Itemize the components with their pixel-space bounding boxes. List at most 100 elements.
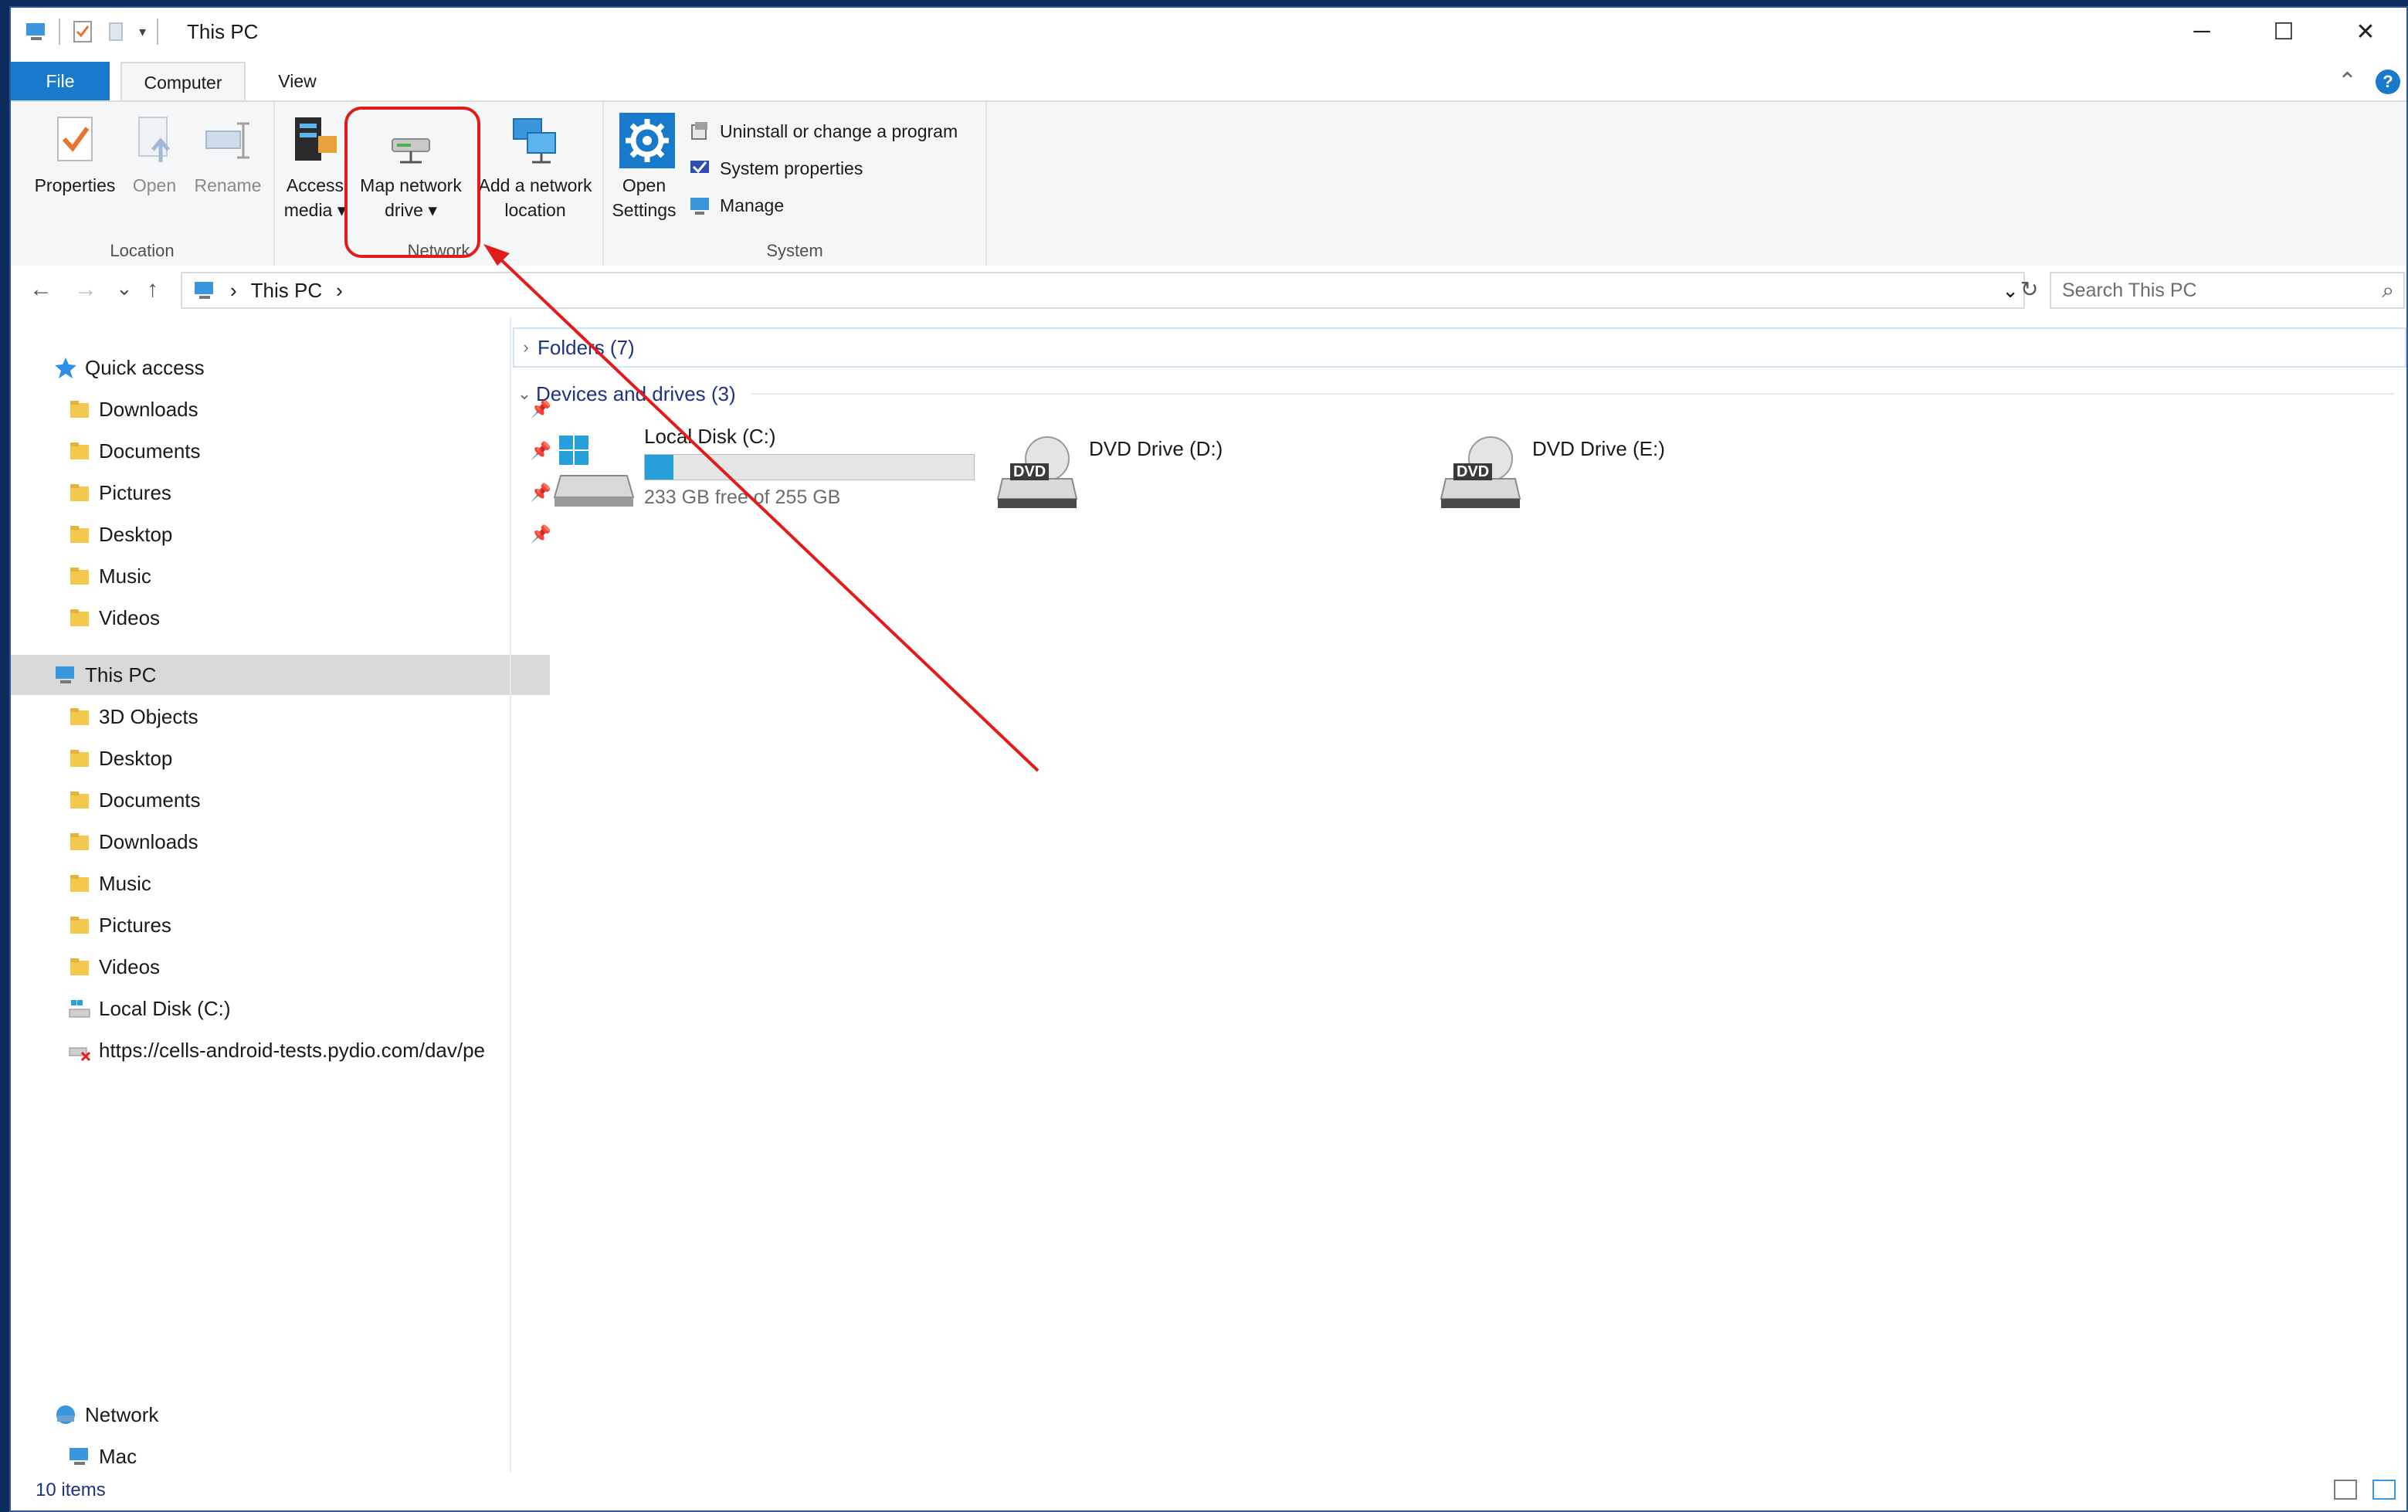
folder-icon (68, 747, 91, 770)
close-button[interactable]: ✕ (2325, 8, 2406, 56)
nav-network[interactable]: Network (11, 1395, 551, 1435)
breadcrumb-separator[interactable]: › (336, 279, 343, 303)
nav-pc-item[interactable]: Documents (11, 780, 565, 820)
help-button[interactable]: ? (2376, 69, 2400, 94)
nav-quick-access-label: Quick access (85, 355, 205, 379)
drive-local-disk-c[interactable]: Local Disk (C:) 233 GB free of 255 GB (544, 425, 992, 510)
customize-qat-button[interactable]: ▾ (139, 24, 146, 40)
ribbon-tabs: File Computer View ⌃ ? (11, 59, 2406, 102)
system-properties-button[interactable]: System properties (689, 158, 863, 179)
tab-view[interactable]: View (255, 62, 340, 100)
rename-button[interactable]: Rename (185, 113, 270, 198)
nav-this-pc[interactable]: This PC (11, 655, 550, 695)
divider (157, 19, 159, 45)
collapse-ribbon-button[interactable]: ⌃ (2338, 68, 2357, 95)
item-count: 10 items (36, 1480, 106, 1500)
folder-icon (68, 398, 91, 421)
nav-qa-item[interactable]: Documents 📌 (11, 431, 565, 471)
large-icons-view-button[interactable] (2372, 1480, 2396, 1500)
group-header-folders[interactable]: › Folders (7) (513, 327, 2406, 368)
search-placeholder: Search This PC (2062, 280, 2197, 301)
add-network-location-button[interactable]: Add a network location (473, 113, 598, 222)
group-divider (751, 393, 2394, 395)
dvd-badge: DVD (1013, 463, 1046, 480)
drive-dvd-d[interactable]: DVD DVD Drive (D:) (989, 425, 1375, 510)
folder-icon (68, 914, 91, 937)
properties-icon (50, 113, 100, 168)
nav-pc-item[interactable]: Downloads (11, 822, 565, 862)
recent-locations-button[interactable]: ⌄ (116, 276, 133, 300)
chevron-down-icon: ⌄ (517, 384, 532, 403)
nav-qa-item[interactable]: Desktop 📌 (11, 514, 565, 554)
nav-pc-item[interactable]: Desktop (11, 738, 565, 778)
nav-item-label: https://cells-android-tests.pydio.com/da… (99, 1038, 486, 1062)
annotation-highlight-box (344, 107, 480, 258)
drive-usage-bar (644, 454, 975, 480)
access-media-label-line2: media ▾ (283, 200, 347, 220)
folder-icon (68, 830, 91, 853)
nav-mac[interactable]: Mac (11, 1436, 565, 1476)
add-network-location-label-line1: Add a network (478, 175, 592, 195)
ribbon-right-controls: ⌃ ? (2338, 68, 2400, 95)
media-server-icon (290, 113, 340, 168)
up-button[interactable]: ↑ (147, 276, 158, 303)
uninstall-icon (689, 120, 711, 142)
address-dropdown-button[interactable]: ⌄ (2002, 279, 2019, 303)
search-icon: ⌕ (2382, 278, 2394, 302)
drive-name: Local Disk (C:) (644, 425, 776, 448)
nav-pc-item[interactable]: 3D Objects (11, 697, 565, 737)
window-controls: ─ ☐ ✕ (2161, 8, 2406, 56)
nav-pc-item[interactable]: Videos (11, 947, 565, 987)
nav-qa-item[interactable]: Music (11, 556, 565, 596)
this-pc-icon[interactable] (25, 20, 48, 43)
address-bar[interactable]: › This PC › ⌄ (181, 272, 2025, 309)
back-button[interactable]: ← (29, 276, 53, 303)
drive-dvd-e[interactable]: DVD DVD Drive (E:) (1432, 425, 1818, 510)
rename-icon (203, 113, 253, 168)
access-media-button[interactable]: Access media ▾ (280, 113, 351, 222)
refresh-button[interactable]: ↻ (2020, 276, 2038, 302)
network-icon (54, 1403, 77, 1426)
folder-icon (68, 872, 91, 895)
disconnected-drive-icon (68, 1039, 91, 1062)
address-row: ← → ⌄ ↑ › This PC › ⌄ ↻ Search This PC ⌕ (11, 266, 2406, 317)
breadcrumb-separator[interactable]: › (230, 279, 237, 303)
system-properties-icon (689, 158, 711, 179)
navigation-pane: Quick access Downloads 📌 Documents 📌 Picture… (11, 317, 551, 1475)
nav-pc-item[interactable]: Pictures (11, 905, 565, 945)
group-header-devices[interactable]: ⌄ Devices and drives (3) (513, 375, 2406, 412)
nav-item-label: Desktop (99, 746, 173, 770)
nav-pc-item[interactable]: Music (11, 863, 565, 903)
minimize-button[interactable]: ─ (2161, 8, 2243, 56)
breadcrumb-this-pc[interactable]: This PC (251, 279, 322, 303)
properties-check-icon[interactable] (71, 20, 94, 43)
folder-icon (68, 606, 91, 629)
nav-item-label: Music (99, 564, 151, 588)
tab-computer[interactable]: Computer (120, 62, 246, 100)
properties-button[interactable]: Properties (23, 113, 127, 198)
pane-divider[interactable] (510, 317, 511, 1475)
star-icon (54, 356, 77, 379)
nav-pc-item[interactable]: Local Disk (C:) (11, 988, 565, 1029)
this-pc-icon (54, 663, 77, 687)
manage-button[interactable]: Manage (689, 195, 784, 216)
maximize-button[interactable]: ☐ (2243, 8, 2325, 56)
search-input[interactable]: Search This PC ⌕ (2050, 272, 2405, 309)
nav-qa-item[interactable]: Videos (11, 598, 565, 638)
tab-file[interactable]: File (11, 62, 110, 100)
nav-qa-item[interactable]: Pictures 📌 (11, 473, 565, 513)
open-settings-button[interactable]: Open Settings (604, 113, 684, 222)
open-button[interactable]: Open (124, 113, 185, 198)
forward-button[interactable]: → (74, 276, 97, 303)
nav-pc-item[interactable]: https://cells-android-tests.pydio.com/da… (11, 1030, 565, 1070)
details-view-button[interactable] (2334, 1480, 2357, 1500)
drive-free-space: 233 GB free of 255 GB (644, 486, 841, 508)
group-label-location: Location (110, 241, 175, 260)
new-folder-icon[interactable] (105, 20, 128, 43)
uninstall-label: Uninstall or change a program (720, 120, 958, 141)
settings-gear-icon (619, 113, 675, 168)
uninstall-program-button[interactable]: Uninstall or change a program (689, 120, 958, 142)
nav-qa-item[interactable]: Downloads 📌 (11, 389, 565, 429)
folders-header-label: Folders (7) (538, 335, 635, 359)
nav-quick-access[interactable]: Quick access (11, 347, 551, 388)
